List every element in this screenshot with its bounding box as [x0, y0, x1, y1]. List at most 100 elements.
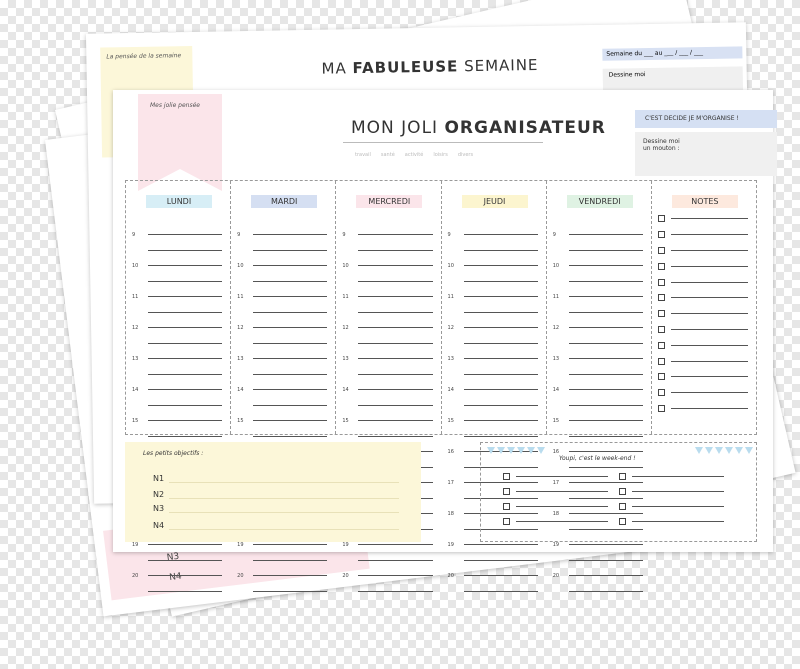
hour-row[interactable] [237, 274, 328, 290]
hour-row[interactable] [342, 336, 433, 352]
hour-row[interactable] [237, 243, 328, 259]
hour-row[interactable] [342, 305, 433, 321]
hour-row[interactable]: 11 [342, 289, 433, 305]
hour-row[interactable]: 20 [132, 568, 223, 584]
hour-row[interactable]: 14 [553, 382, 643, 398]
hour-row[interactable] [448, 274, 538, 290]
hour-row[interactable] [448, 305, 538, 321]
hour-row[interactable]: 15 [237, 413, 328, 429]
checkbox-icon[interactable] [657, 310, 665, 318]
hour-row[interactable] [553, 336, 643, 352]
hour-row[interactable] [132, 553, 223, 569]
hour-row[interactable]: 20 [237, 568, 328, 584]
hour-row[interactable] [342, 398, 433, 414]
hour-row[interactable] [448, 367, 538, 383]
checkbox-icon[interactable] [619, 473, 626, 480]
hour-row[interactable] [132, 243, 223, 259]
note-row[interactable] [657, 306, 749, 322]
hour-row[interactable]: 13 [553, 351, 643, 367]
weekend-row[interactable] [619, 518, 724, 525]
hour-row[interactable] [132, 398, 223, 414]
note-row[interactable] [657, 337, 749, 353]
hour-row[interactable]: 11 [237, 289, 328, 305]
checkbox-icon[interactable] [619, 503, 626, 510]
hour-row[interactable]: 14 [342, 382, 433, 398]
note-row[interactable] [657, 322, 749, 338]
hour-row[interactable]: 13 [448, 351, 538, 367]
hour-row[interactable] [553, 305, 643, 321]
hour-row[interactable] [448, 398, 538, 414]
checkbox-icon[interactable] [503, 503, 510, 510]
note-row[interactable] [657, 353, 749, 369]
hour-row[interactable] [553, 398, 643, 414]
hour-row[interactable] [553, 243, 643, 259]
checkbox-icon[interactable] [657, 373, 665, 381]
hour-row[interactable] [132, 584, 223, 600]
hour-row[interactable] [132, 305, 223, 321]
checkbox-icon[interactable] [657, 357, 665, 365]
weekend-row[interactable] [503, 488, 608, 495]
hour-row[interactable]: 20 [553, 568, 643, 584]
checkbox-icon[interactable] [657, 231, 665, 239]
checkbox-icon[interactable] [657, 341, 665, 349]
hour-row[interactable] [342, 553, 433, 569]
hour-row[interactable]: 13 [237, 351, 328, 367]
hour-row[interactable] [342, 584, 433, 600]
hour-row[interactable]: 12 [553, 320, 643, 336]
note-row[interactable] [657, 385, 749, 401]
note-row[interactable] [657, 211, 749, 227]
checkbox-icon[interactable] [657, 215, 665, 223]
hour-row[interactable]: 15 [342, 413, 433, 429]
note-row[interactable] [657, 290, 749, 306]
note-row[interactable] [657, 258, 749, 274]
checkbox-icon[interactable] [657, 262, 665, 270]
hour-row[interactable] [237, 305, 328, 321]
hour-row[interactable] [237, 584, 328, 600]
hour-row[interactable] [448, 553, 538, 569]
hour-row[interactable]: 11 [132, 289, 223, 305]
checkbox-icon[interactable] [657, 294, 665, 302]
hour-row[interactable]: 9 [342, 227, 433, 243]
hour-row[interactable]: 11 [448, 289, 538, 305]
note-row[interactable] [657, 227, 749, 243]
hour-row[interactable]: 14 [132, 382, 223, 398]
checkbox-icon[interactable] [503, 488, 510, 495]
weekend-row[interactable] [619, 488, 724, 495]
hour-row[interactable] [342, 367, 433, 383]
hour-row[interactable]: 13 [132, 351, 223, 367]
checkbox-icon[interactable] [657, 404, 665, 412]
hour-row[interactable]: 10 [342, 258, 433, 274]
hour-row[interactable] [553, 584, 643, 600]
hour-row[interactable] [342, 243, 433, 259]
checkbox-icon[interactable] [657, 389, 665, 397]
hour-row[interactable]: 15 [553, 413, 643, 429]
hour-row[interactable] [553, 274, 643, 290]
hour-row[interactable]: 10 [237, 258, 328, 274]
checkbox-icon[interactable] [503, 518, 510, 525]
hour-row[interactable]: 20 [342, 568, 433, 584]
hour-row[interactable] [237, 367, 328, 383]
checkbox-icon[interactable] [619, 488, 626, 495]
weekend-row[interactable] [619, 503, 724, 510]
hour-row[interactable]: 9 [553, 227, 643, 243]
hour-row[interactable] [448, 584, 538, 600]
note-row[interactable] [657, 401, 749, 417]
hour-row[interactable]: 12 [448, 320, 538, 336]
hour-row[interactable]: 10 [132, 258, 223, 274]
hour-row[interactable] [237, 553, 328, 569]
hour-row[interactable]: 9 [448, 227, 538, 243]
checkbox-icon[interactable] [657, 325, 665, 333]
hour-row[interactable] [132, 367, 223, 383]
hour-row[interactable]: 10 [553, 258, 643, 274]
hour-row[interactable] [237, 336, 328, 352]
hour-row[interactable]: 14 [448, 382, 538, 398]
checkbox-icon[interactable] [657, 246, 665, 254]
weekend-row[interactable] [503, 503, 608, 510]
hour-row[interactable]: 12 [342, 320, 433, 336]
checkbox-icon[interactable] [657, 278, 665, 286]
hour-row[interactable] [132, 336, 223, 352]
hour-row[interactable] [448, 336, 538, 352]
hour-row[interactable] [553, 367, 643, 383]
hour-row[interactable]: 12 [132, 320, 223, 336]
hour-row[interactable] [237, 398, 328, 414]
